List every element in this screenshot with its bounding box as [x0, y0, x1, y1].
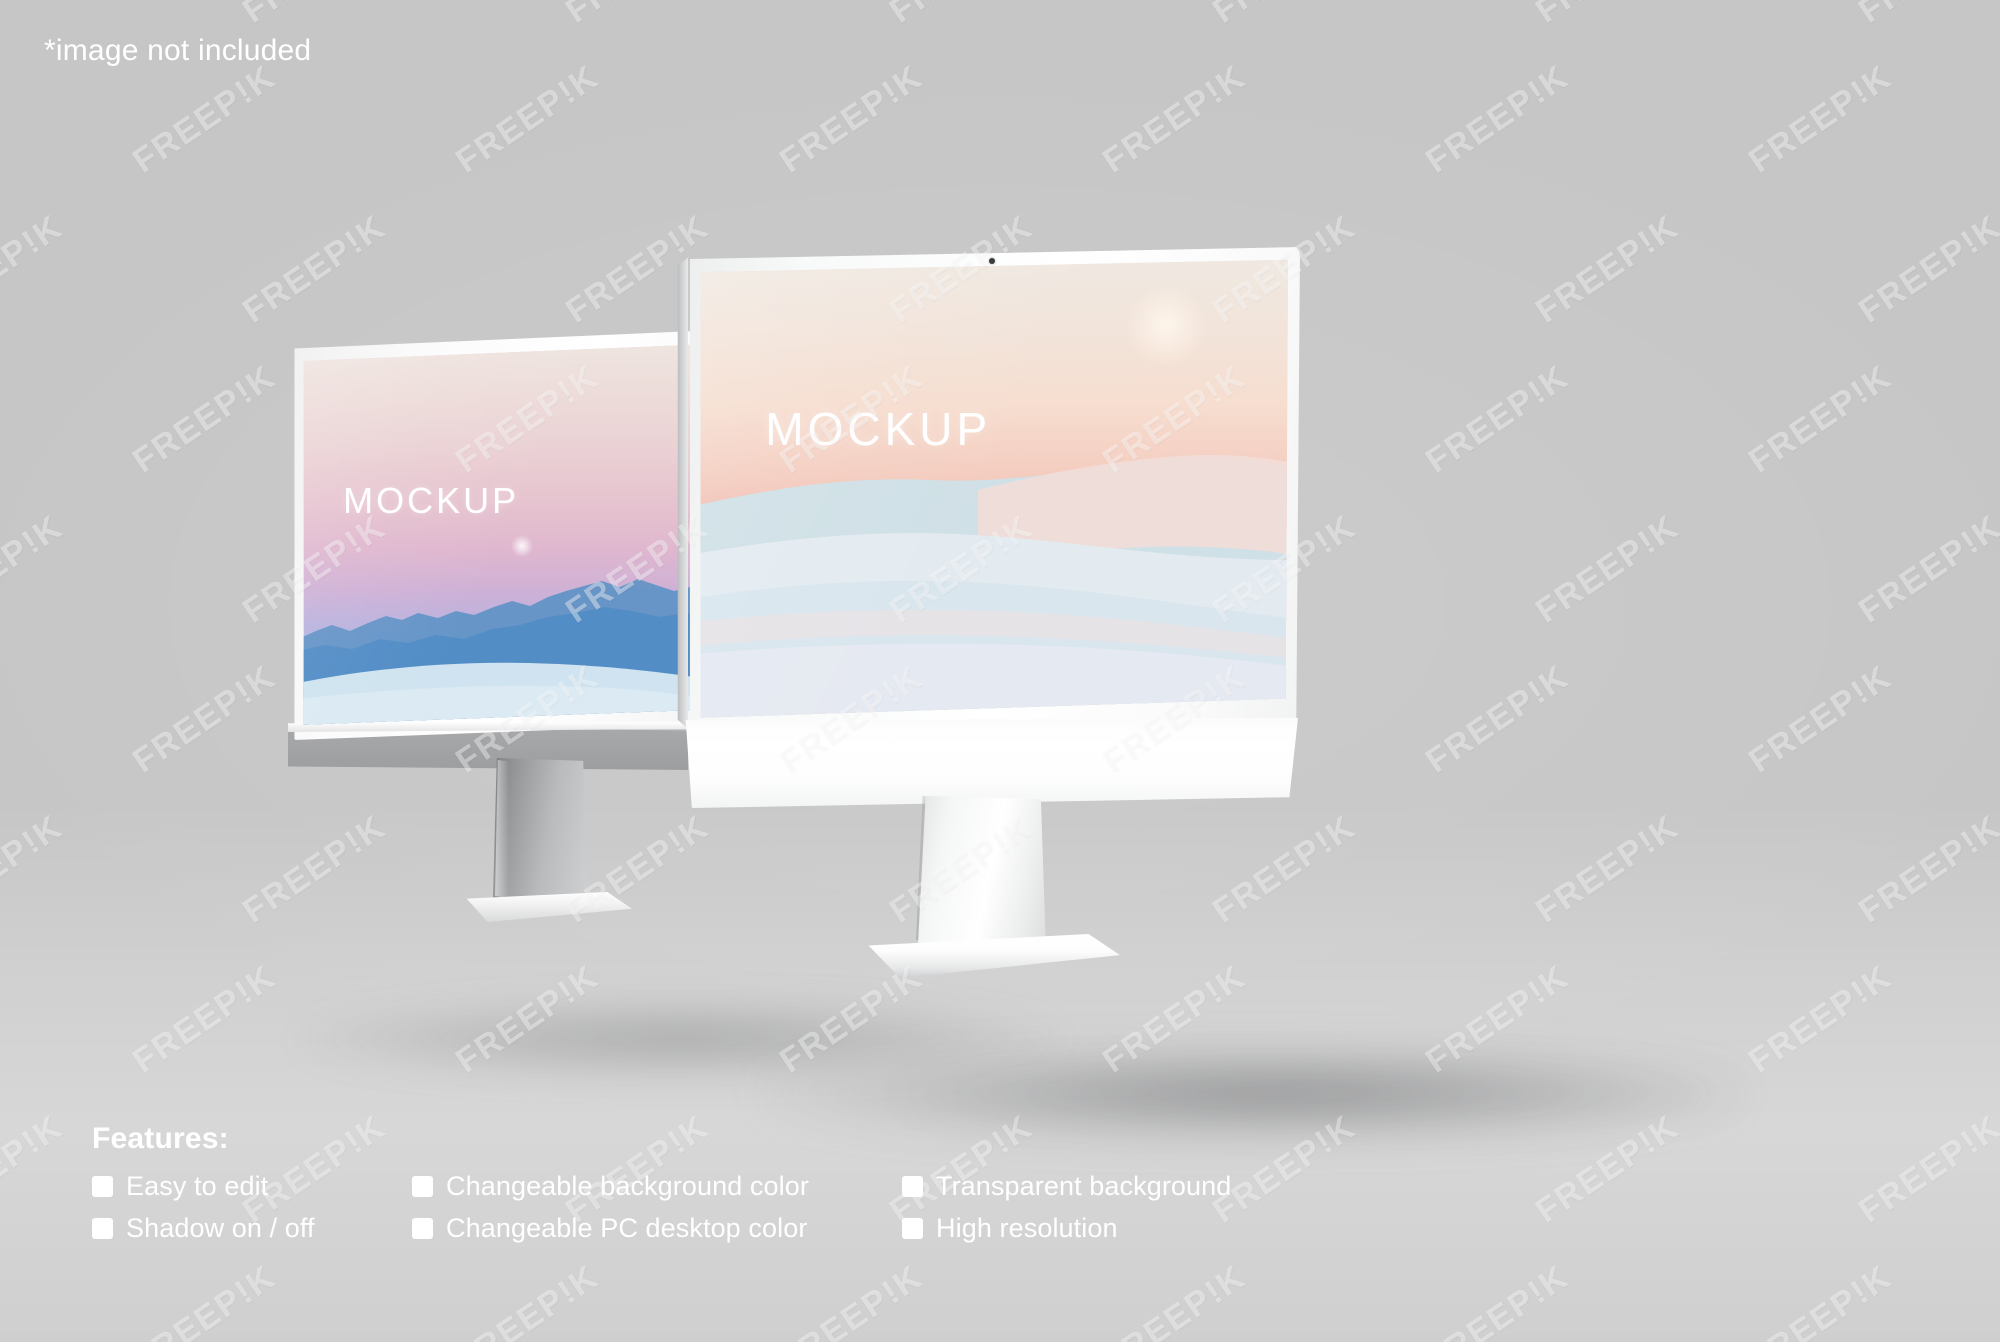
watermark-text: FREEP!K	[1419, 57, 1576, 181]
feature-item[interactable]: Shadow on / off	[92, 1213, 412, 1244]
back-wallpaper: MOCKUP	[303, 344, 708, 725]
feature-item[interactable]: Transparent background	[902, 1172, 1231, 1200]
watermark-text: FREEP!K	[1095, 57, 1253, 181]
watermark-text: FREEP!K	[772, 1257, 930, 1342]
watermark-text: FREEP!K	[126, 57, 283, 181]
watermark-row: FREEP!K FREEP!K FREEP!K FREEP!K FREEP!K FREEP…	[0, 58, 2000, 250]
watermark-text: FREEP!K	[1095, 1257, 1253, 1342]
watermark-text: FREEP!K	[126, 357, 283, 481]
watermark-text: FREEP!K	[449, 57, 607, 181]
feature-label: High resolution	[936, 1213, 1118, 1244]
back-screen-mockup-label: MOCKUP	[343, 480, 520, 522]
watermark-text: FREEP!K	[126, 1257, 283, 1342]
watermark-text: FREEP!K	[236, 207, 393, 331]
watermark-row: FREEP!K FREEP!K FREEP!K FREEP!K FREEP!K FREEP…	[0, 1258, 2000, 1342]
watermark-text: FREEP!K	[1529, 207, 1686, 331]
mockup-canvas: *image not included MOCKUP MOCKUP Featur…	[0, 0, 2000, 1342]
front-monitor-screen[interactable]: MOCKUP	[700, 259, 1288, 718]
watermark-text: FREEP!K	[126, 957, 283, 1081]
front-monitor[interactable]: MOCKUP	[677, 244, 1320, 978]
watermark-text: FREEP!K	[883, 0, 1040, 31]
front-monitor-webcam-icon	[989, 258, 995, 264]
watermark-text: FREEP!K	[772, 57, 930, 181]
features-section: Features: Easy to edit Changeable backgro…	[92, 1122, 1231, 1243]
watermark-text: FREEP!K	[1206, 0, 1363, 31]
feature-item[interactable]: Easy to edit	[92, 1172, 412, 1200]
watermark-text: FREEP!K	[1529, 0, 1686, 31]
feature-item[interactable]: Changeable PC desktop color	[412, 1213, 902, 1244]
watermark-text: FREEP!K	[0, 207, 70, 331]
image-not-included-note: *image not included	[44, 34, 312, 67]
back-monitor-stand-base	[466, 892, 632, 922]
front-screen-mockup-label: MOCKUP	[765, 403, 992, 456]
watermark-text: FREEP!K	[1419, 657, 1576, 781]
features-title: Features:	[92, 1122, 229, 1155]
watermark-text: FREEP!K	[1852, 507, 2000, 631]
feature-label: Changeable background color	[446, 1171, 809, 1201]
front-monitor-stand-base	[868, 934, 1120, 978]
back-monitor[interactable]: MOCKUP	[288, 330, 718, 922]
front-wallpaper-dunes	[700, 455, 1288, 718]
watermark-text: FREEP!K	[1742, 957, 1900, 1081]
watermark-text: FREEP!K	[1742, 657, 1900, 781]
checkbox-icon[interactable]	[92, 1218, 113, 1240]
watermark-text: FREEP!K	[236, 0, 393, 31]
watermark-text: FREEP!K	[0, 507, 70, 631]
watermark-text: FREEP!K	[449, 1257, 607, 1342]
feature-label: Changeable PC desktop color	[446, 1213, 808, 1244]
watermark-text: FREEP!K	[1742, 1257, 1900, 1342]
watermark-text: FREEP!K	[0, 1107, 70, 1231]
features-list: Easy to edit Changeable background color T…	[92, 1172, 1231, 1243]
watermark-text: FREEP!K	[1742, 57, 1900, 181]
watermark-text: FREEP!K	[1852, 0, 2000, 31]
watermark-text: FREEP!K	[0, 807, 70, 931]
watermark-text: FREEP!K	[1852, 807, 2000, 931]
watermark-text: FREEP!K	[1529, 507, 1686, 631]
checkbox-icon[interactable]	[92, 1175, 113, 1197]
feature-label: Easy to edit	[126, 1171, 269, 1201]
watermark-text: FREEP!K	[1852, 207, 2000, 331]
watermark-text: FREEP!K	[0, 0, 70, 31]
watermark-text: FREEP!K	[1419, 1257, 1576, 1342]
checkbox-icon[interactable]	[902, 1175, 923, 1197]
watermark-text: FREEP!K	[1529, 807, 1686, 931]
front-monitor-stand-neck	[918, 796, 1046, 950]
front-monitor-chin	[685, 718, 1298, 808]
watermark-text: FREEP!K	[1419, 357, 1576, 481]
feature-label: Shadow on / off	[126, 1213, 315, 1244]
checkbox-icon[interactable]	[902, 1218, 923, 1240]
watermark-text: FREEP!K	[560, 0, 717, 31]
watermark-text: FREEP!K	[1742, 357, 1900, 481]
watermark-text: FREEP!K	[126, 657, 283, 781]
watermark-text: FREEP!K	[1852, 1107, 2000, 1231]
feature-item[interactable]: Changeable background color	[412, 1172, 902, 1200]
back-monitor-screen[interactable]: MOCKUP	[303, 344, 708, 725]
front-wallpaper: MOCKUP	[700, 259, 1288, 718]
checkbox-icon[interactable]	[412, 1218, 433, 1240]
back-wallpaper-mountains	[303, 579, 708, 725]
checkbox-icon[interactable]	[412, 1175, 433, 1197]
feature-label: Transparent background	[936, 1171, 1232, 1201]
feature-item[interactable]: High resolution	[902, 1213, 1231, 1244]
